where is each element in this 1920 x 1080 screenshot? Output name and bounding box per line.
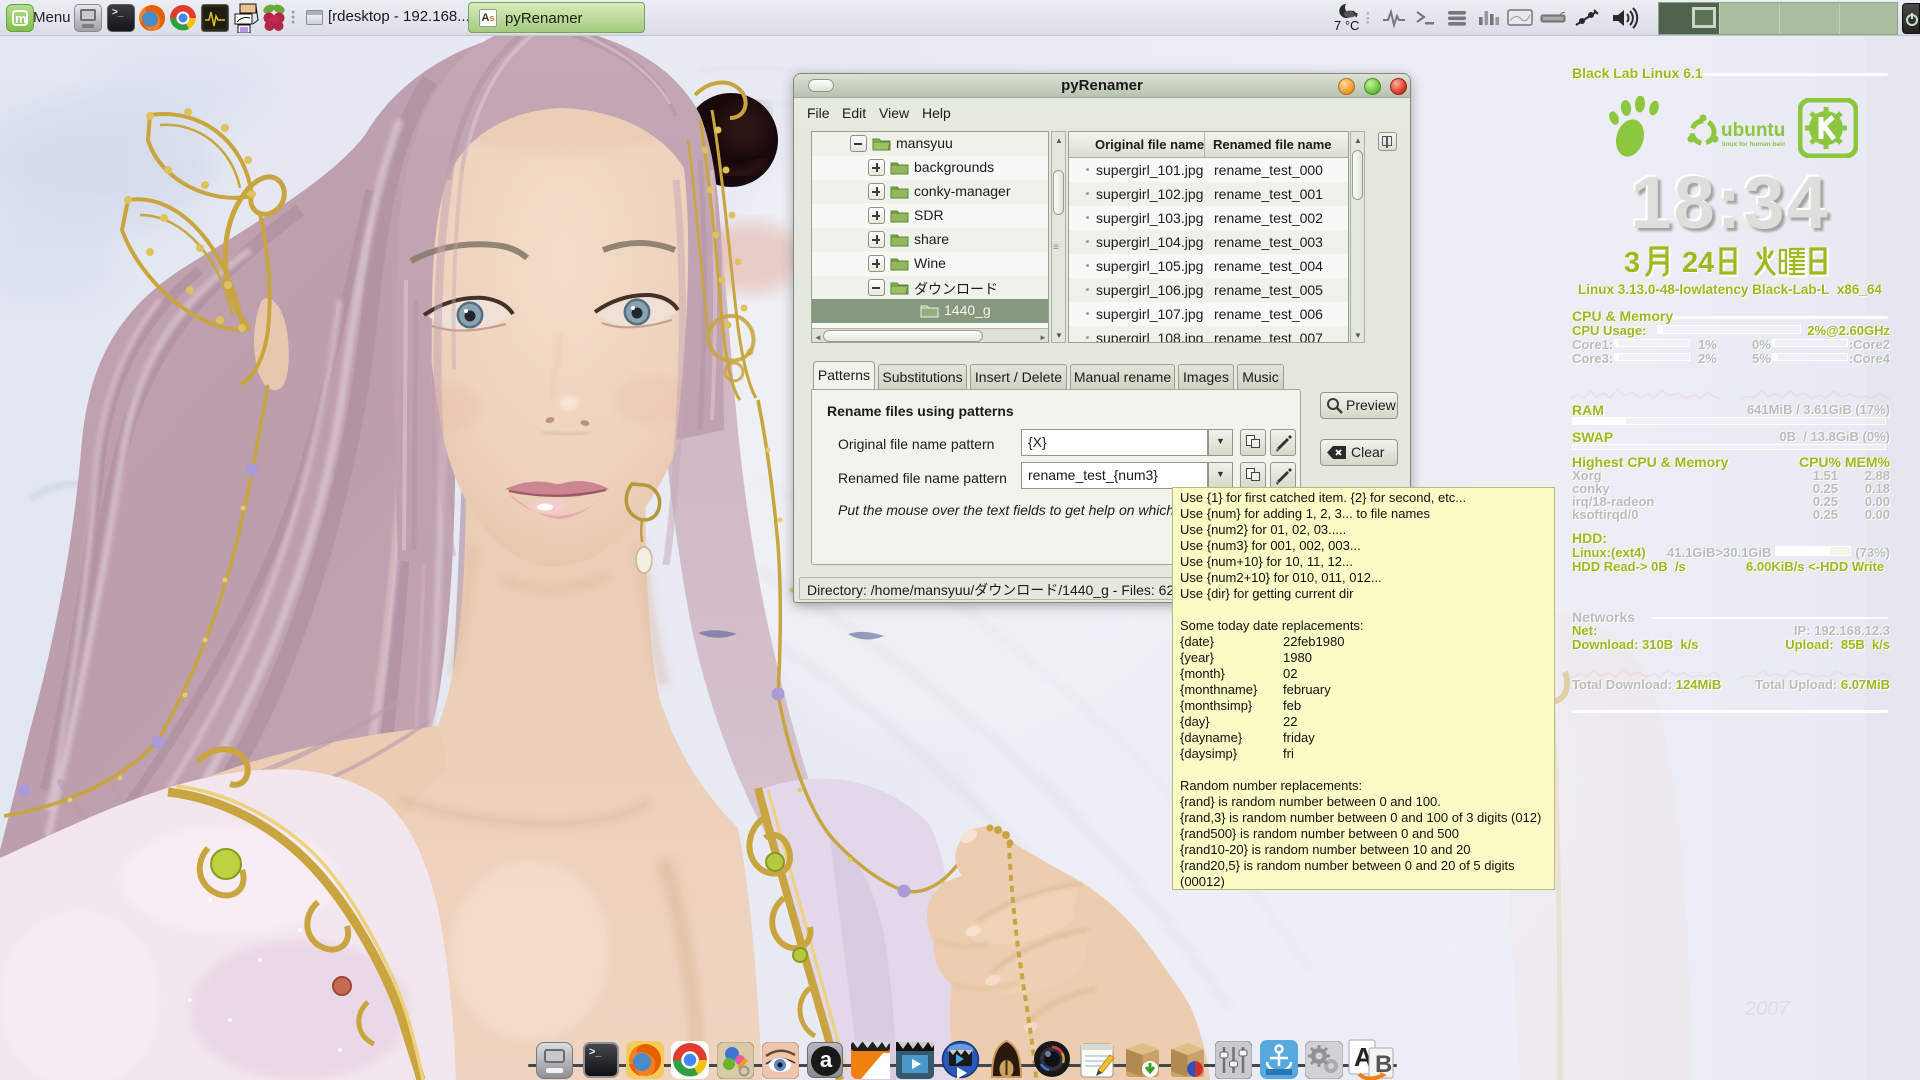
- svg-text:linux for human beings: linux for human beings: [1722, 141, 1785, 148]
- svg-text:ubuntu: ubuntu: [1721, 120, 1785, 141]
- svg-text:24: 24: [1682, 247, 1714, 279]
- svg-text:2007: 2007: [1744, 998, 1790, 1020]
- svg-text:3: 3: [1624, 247, 1640, 279]
